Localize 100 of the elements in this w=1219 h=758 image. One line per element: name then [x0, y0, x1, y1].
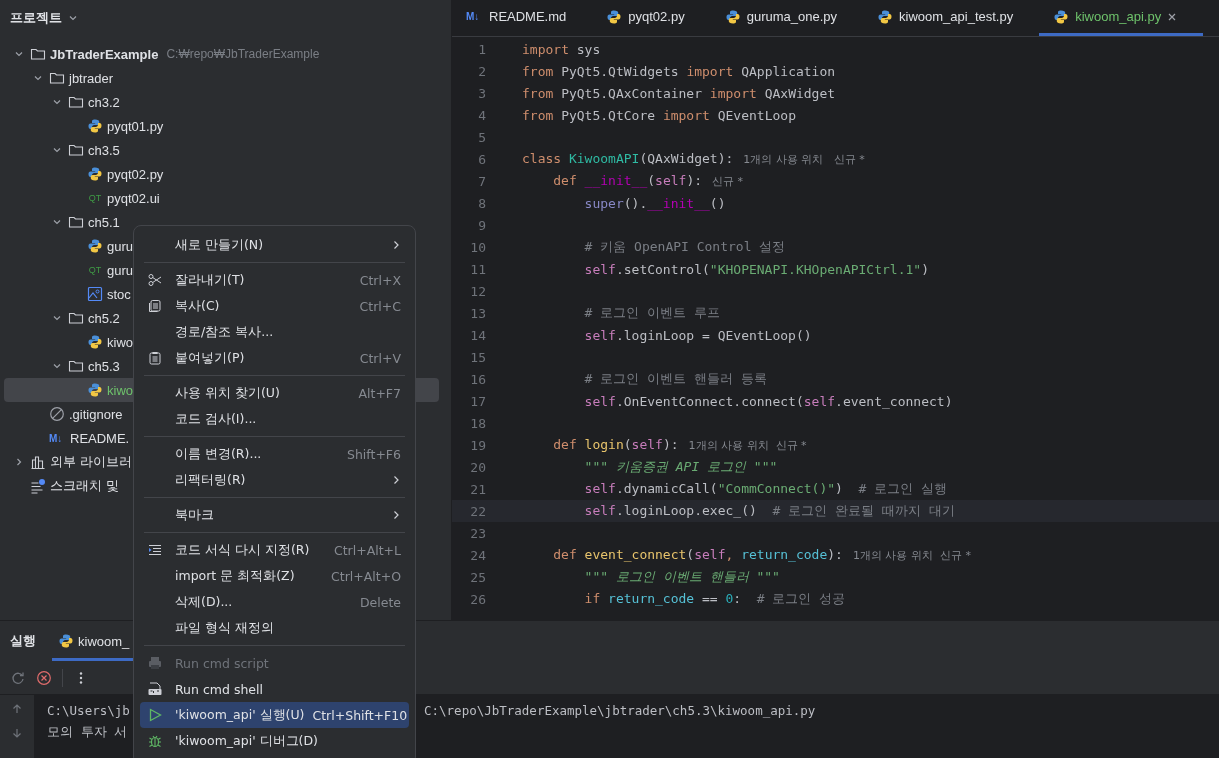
code-token: self [584, 393, 616, 409]
line-number: 5 [477, 129, 486, 145]
line-number: 8 [477, 195, 486, 211]
code-token: import [709, 85, 757, 101]
code-token: PyQt5.QtWidgets [560, 63, 680, 79]
code-token: "CommConnect()" [717, 481, 836, 496]
code-token: def [553, 437, 577, 452]
line-number: 9 [477, 217, 486, 233]
code-token: ( [647, 173, 656, 188]
console-text: 모의 투자 서 [47, 723, 128, 741]
code-token: class [522, 151, 562, 166]
item-label: ch3.5 [88, 142, 120, 158]
code-token: # 로그인 이벤트 핸들러 등록 [584, 371, 767, 386]
item-label: guru [107, 238, 134, 254]
line-number: 23 [469, 525, 486, 541]
code-token: ) [835, 481, 844, 496]
code-token: return_code [741, 547, 828, 562]
code-token: from [522, 85, 554, 101]
line-number: 24 [469, 547, 486, 563]
line-number: 20 [469, 459, 486, 475]
code-token: , [725, 547, 735, 562]
line-number: 18 [469, 415, 486, 431]
code-token: """ 키움증권 API 로그인 """ [584, 459, 778, 474]
code-token: if [584, 591, 601, 606]
line-number: 26 [469, 591, 486, 607]
code-token: self [584, 481, 616, 496]
code-token: self [694, 547, 726, 562]
item-label: pyqt02.ui [107, 190, 160, 206]
code-token: ): [662, 437, 679, 452]
item-label: 외부 라이브러 [50, 453, 132, 471]
code-token: from [522, 107, 554, 123]
code-token: QApplication [740, 63, 836, 79]
code-token: .loginLoop.exec_() [615, 503, 758, 518]
line-number: 4 [477, 107, 486, 123]
code-token: self [584, 503, 616, 518]
item-label: README. [70, 430, 130, 446]
code-token: QAxWidget [763, 85, 836, 101]
line-number: 17 [469, 393, 486, 409]
line-number: 15 [469, 349, 486, 365]
code-token: self [584, 261, 616, 277]
inlay-hint: 1개의 사용 위치 신규 * [743, 153, 865, 166]
code-token: self [803, 393, 836, 409]
line-number: 1 [477, 41, 486, 57]
code-token: QEventLoop [716, 107, 796, 123]
code-token: self [584, 327, 616, 343]
shortcut: Ctrl+C [359, 298, 401, 314]
code-token: ): [827, 547, 843, 562]
code-token: .dynamicCall( [615, 481, 718, 496]
code-token: (QAxWidget): [639, 151, 734, 166]
code-token: "KHOPENAPI.KHOpenAPICtrl.1" [709, 261, 922, 277]
code-token: event_connect [583, 547, 687, 562]
code-token: () [709, 195, 726, 211]
line-number: 7 [477, 173, 486, 189]
code-token: __init__ [583, 173, 648, 188]
markdown-icon: M↓ [49, 432, 66, 444]
code-token: sys [575, 41, 601, 57]
code-token: from [522, 63, 554, 79]
line-number: 11 [469, 261, 486, 277]
code-token: ( [623, 437, 632, 452]
line-number: 3 [477, 85, 486, 101]
shortcut: Ctrl+X [359, 272, 401, 288]
shortcut: Ctrl+Alt+O [331, 568, 401, 584]
item-label: pyqt02.py [107, 166, 164, 182]
code-token: import [522, 41, 569, 57]
shortcut: Ctrl+Shift+F10 [312, 707, 408, 723]
item-label: guru [107, 262, 134, 278]
item-label: JbTraderExample [50, 46, 159, 62]
code-token: (). [623, 195, 648, 211]
code-token: self [655, 173, 687, 188]
shortcut: Ctrl+Alt+L [333, 542, 401, 558]
item-label: ch5.3 [88, 358, 120, 374]
shortcut: Shift+F6 [346, 446, 401, 462]
item-label: jbtrader [69, 70, 114, 86]
code-token: KiwoomAPI [567, 151, 640, 166]
code-token: .event_connect) [835, 393, 953, 409]
code-token: # 키움 OpenAPI Control 설정 [584, 239, 786, 254]
code-token: def [553, 173, 577, 188]
item-label: .gitignore [69, 406, 123, 422]
code-token: super [584, 195, 624, 211]
qt-file-icon: QT [87, 265, 103, 275]
code-token: __init__ [647, 195, 710, 211]
shortcut: Alt+F7 [358, 385, 401, 401]
code-token: ) [921, 261, 929, 277]
code-token: .OnEventConnect.connect( [615, 393, 804, 409]
line-number: 6 [477, 151, 486, 167]
item-path: C:₩repo₩JbTraderExample [166, 47, 320, 61]
code-token: login [583, 437, 624, 452]
code-token: 0 [725, 591, 734, 606]
code-token: self [631, 437, 663, 452]
inlay-hint: 1개의 사용 위치 신규 * [688, 439, 807, 452]
line-number: 21 [469, 481, 486, 497]
item-label: ch5.2 [88, 310, 120, 326]
panel-title: 실행 [10, 632, 36, 650]
line-number: 13 [469, 305, 486, 321]
qt-file-icon: QT [87, 193, 103, 203]
item-label: stoc [107, 286, 131, 302]
console-text: C:\repo\JbTraderExample\jbtrader\ch5.3\kiwoom_api.py [424, 702, 816, 718]
item-label: ch3.2 [88, 94, 120, 110]
code-token: return_code [607, 591, 695, 606]
line-number: 12 [469, 283, 486, 299]
